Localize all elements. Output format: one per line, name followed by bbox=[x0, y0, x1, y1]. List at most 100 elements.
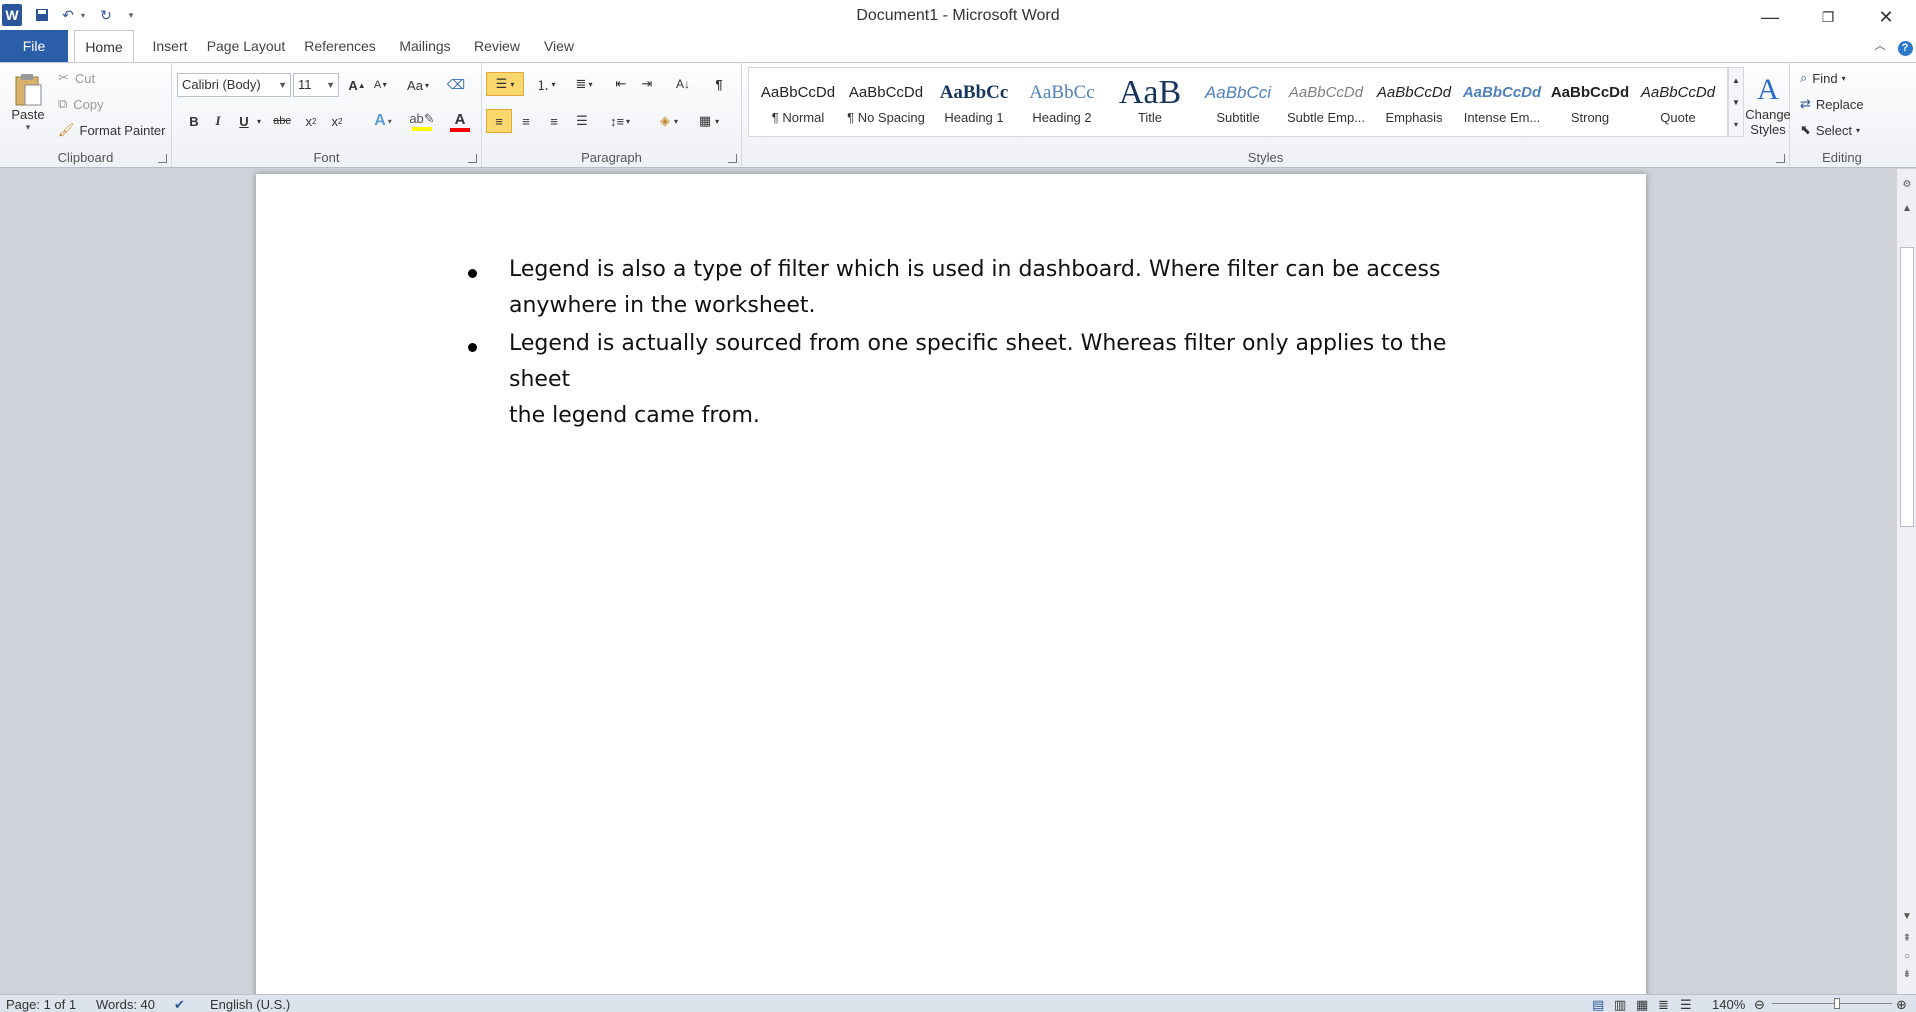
bullet-list-icon: ☰ bbox=[495, 76, 508, 91]
paragraph-group-label: Paragraph bbox=[581, 150, 642, 165]
bold-button[interactable]: B bbox=[184, 109, 204, 133]
clipboard-launcher-icon[interactable] bbox=[158, 154, 167, 163]
find-button[interactable]: ⌕ Find ▾ bbox=[1800, 67, 1846, 89]
font-size-select[interactable]: 11 ▼ bbox=[293, 73, 339, 97]
vertical-scrollbar[interactable]: ⚙ ▲ ▼ ⇞ ○ ⇟ bbox=[1896, 169, 1916, 994]
font-launcher-icon[interactable] bbox=[468, 154, 477, 163]
sort-icon[interactable]: A↓ bbox=[672, 72, 694, 96]
copy-button[interactable]: ⧉ Copy bbox=[58, 93, 104, 115]
zoom-slider[interactable] bbox=[1772, 1003, 1892, 1004]
show-marks-button[interactable]: ¶ bbox=[708, 72, 730, 96]
paragraph-group: ☰ ▾ ⒈ ▾ ≣ ▾ ⇤ ⇥ A↓ ¶ ≡ ≡ ≡ ☰ ↕≡ ▾ ◈ ▾ ▦ ▾ Para… bbox=[482, 63, 742, 167]
paste-button[interactable]: Paste ▾ bbox=[8, 67, 48, 139]
gallery-up-icon[interactable]: ▲ bbox=[1729, 70, 1743, 90]
scroll-up-icon[interactable]: ▲ bbox=[1897, 201, 1916, 217]
decrease-indent-icon[interactable]: ⇤ bbox=[610, 72, 632, 96]
underline-button[interactable]: U bbox=[234, 109, 254, 133]
subscript-button[interactable]: x2 bbox=[300, 109, 322, 133]
proofing-icon[interactable]: ✔ bbox=[174, 997, 185, 1012]
shrink-font-button[interactable]: A ▼ bbox=[370, 73, 392, 97]
font-color-button[interactable]: A bbox=[442, 107, 478, 135]
strikethrough-button[interactable]: abc bbox=[268, 109, 296, 133]
style-subtle-emphasis[interactable]: AaBbCcDd Subtle Emp... bbox=[1283, 76, 1369, 136]
tab-file[interactable]: File bbox=[0, 30, 68, 62]
zoom-in-icon[interactable]: ⊕ bbox=[1896, 997, 1907, 1012]
paragraph-launcher-icon[interactable] bbox=[728, 154, 737, 163]
document-page[interactable]: Legend is also a type of filter which is… bbox=[256, 174, 1646, 994]
scrollbar-thumb[interactable] bbox=[1900, 247, 1914, 527]
tab-insert[interactable]: Insert bbox=[144, 30, 196, 62]
clear-formatting-icon[interactable]: ⌫ bbox=[444, 73, 468, 97]
help-icon[interactable]: ? bbox=[1896, 30, 1914, 62]
grow-font-button[interactable]: A ▲ bbox=[346, 73, 368, 97]
change-case-button[interactable]: Aa ▾ bbox=[402, 73, 434, 97]
replace-button[interactable]: ⇄ Replace bbox=[1800, 93, 1864, 115]
tab-view[interactable]: View bbox=[536, 30, 582, 62]
web-layout-icon[interactable]: ▦ bbox=[1636, 997, 1648, 1012]
restore-icon[interactable]: ❐ bbox=[1800, 0, 1856, 34]
style-subtitle[interactable]: AaBbCci Subtitle bbox=[1195, 76, 1281, 136]
gallery-down-icon[interactable]: ▼ bbox=[1729, 92, 1743, 112]
font-group-label: Font bbox=[313, 150, 340, 165]
minimize-ribbon-icon[interactable]: ︿ bbox=[1872, 30, 1888, 62]
previous-page-icon[interactable]: ⇞ bbox=[1897, 931, 1916, 947]
style-title[interactable]: AaB Title bbox=[1107, 76, 1193, 136]
increase-indent-icon[interactable]: ⇥ bbox=[636, 72, 658, 96]
list-item[interactable]: Legend is also a type of filter which is… bbox=[509, 252, 1489, 324]
browse-object-icon[interactable]: ○ bbox=[1897, 949, 1916, 965]
align-center-icon[interactable]: ≡ bbox=[514, 109, 538, 133]
select-button[interactable]: ⬉ Select ▾ bbox=[1800, 119, 1860, 141]
multilevel-list-button[interactable]: ≣ ▾ bbox=[568, 72, 600, 96]
next-page-icon[interactable]: ⇟ bbox=[1897, 967, 1916, 983]
font-group: Calibri (Body) ▼ 11 ▼ A ▲ A ▼ Aa ▾ ⌫ B I U ▾ … bbox=[172, 63, 482, 167]
minimize-icon[interactable]: — bbox=[1742, 0, 1798, 34]
zoom-out-icon[interactable]: ⊖ bbox=[1754, 997, 1765, 1012]
tab-references[interactable]: References bbox=[302, 30, 378, 62]
print-layout-icon[interactable]: ▤ bbox=[1592, 997, 1604, 1012]
numbering-button[interactable]: ⒈ ▾ bbox=[530, 72, 562, 96]
tab-review[interactable]: Review bbox=[470, 30, 524, 62]
align-right-icon[interactable]: ≡ bbox=[542, 109, 566, 133]
style-normal[interactable]: AaBbCcDd ¶ Normal bbox=[755, 76, 841, 136]
outline-icon[interactable]: ≣ bbox=[1658, 997, 1669, 1012]
borders-button[interactable]: ▦ ▾ bbox=[692, 109, 726, 133]
scroll-down-icon[interactable]: ▼ bbox=[1897, 909, 1916, 925]
page-count[interactable]: Page: 1 of 1 bbox=[6, 997, 76, 1012]
format-painter-button[interactable]: 🖌 Format Painter bbox=[58, 119, 166, 141]
tab-page-layout[interactable]: Page Layout bbox=[204, 30, 288, 62]
style-strong[interactable]: AaBbCcDd Strong bbox=[1547, 76, 1633, 136]
style-quote[interactable]: AaBbCcDd Quote bbox=[1635, 76, 1721, 136]
cut-button[interactable]: ✂ Cut bbox=[58, 67, 95, 89]
styles-launcher-icon[interactable] bbox=[1776, 154, 1785, 163]
bullets-button[interactable]: ☰ ▾ bbox=[486, 72, 524, 96]
status-bar: Page: 1 of 1 Words: 40 ✔ English (U.S.) … bbox=[0, 994, 1916, 1012]
superscript-button[interactable]: x2 bbox=[326, 109, 348, 133]
align-left-icon[interactable]: ≡ bbox=[486, 109, 512, 133]
style-no-spacing[interactable]: AaBbCcDd ¶ No Spacing bbox=[843, 76, 929, 136]
style-intense-emphasis[interactable]: AaBbCcDd Intense Em... bbox=[1459, 76, 1545, 136]
font-family-select[interactable]: Calibri (Body) ▼ bbox=[177, 73, 291, 97]
text-effects-button[interactable]: A ▾ bbox=[368, 109, 398, 133]
italic-button[interactable]: I bbox=[208, 109, 228, 133]
style-heading-1[interactable]: AaBbCc Heading 1 bbox=[931, 76, 1017, 136]
draft-icon[interactable]: ☰ bbox=[1680, 997, 1692, 1012]
zoom-level[interactable]: 140% bbox=[1712, 997, 1745, 1012]
line-spacing-button[interactable]: ↕≡ ▾ bbox=[604, 109, 636, 133]
change-styles-button[interactable]: A Change Styles bbox=[1745, 67, 1791, 143]
highlight-color-button[interactable]: ab✎ bbox=[404, 107, 440, 135]
language-indicator[interactable]: English (U.S.) bbox=[210, 997, 290, 1012]
word-count[interactable]: Words: 40 bbox=[96, 997, 155, 1012]
zoom-slider-thumb[interactable] bbox=[1834, 998, 1840, 1009]
tab-mailings[interactable]: Mailings bbox=[392, 30, 458, 62]
style-emphasis[interactable]: AaBbCcDd Emphasis bbox=[1371, 76, 1457, 136]
justify-icon[interactable]: ☰ bbox=[570, 109, 594, 133]
close-icon[interactable]: ✕ bbox=[1858, 0, 1914, 34]
underline-dropdown-icon[interactable]: ▾ bbox=[254, 109, 264, 133]
tab-home[interactable]: Home bbox=[74, 30, 134, 63]
gallery-more-icon[interactable]: ▾ bbox=[1729, 114, 1743, 134]
ruler-toggle-icon[interactable]: ⚙ bbox=[1897, 177, 1916, 193]
list-item[interactable]: Legend is actually sourced from one spec… bbox=[509, 326, 1489, 434]
style-heading-2[interactable]: AaBbCc Heading 2 bbox=[1019, 76, 1105, 136]
shading-button[interactable]: ◈ ▾ bbox=[652, 109, 686, 133]
full-screen-reading-icon[interactable]: ▥ bbox=[1614, 997, 1626, 1012]
